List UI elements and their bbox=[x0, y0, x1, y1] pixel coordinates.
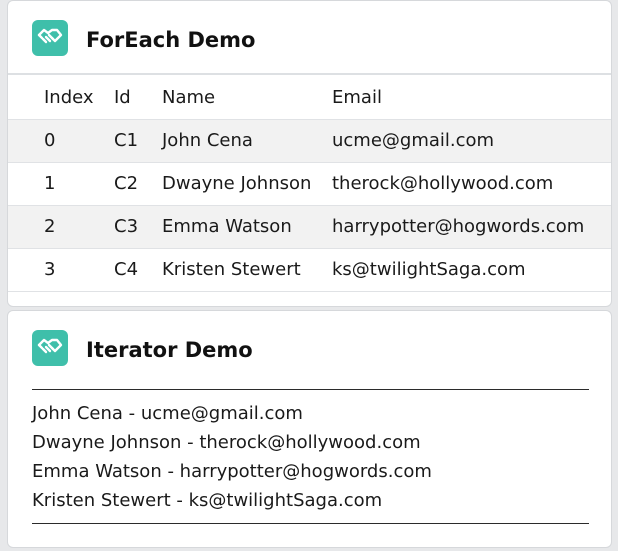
column-header-email: Email bbox=[332, 86, 382, 108]
cell-index: 3 bbox=[44, 259, 56, 280]
iterator-list: John Cena - ucme@gmail.com Dwayne Johnso… bbox=[32, 399, 432, 515]
cell-id: C4 bbox=[114, 259, 139, 280]
cell-index: 2 bbox=[44, 216, 56, 237]
cell-name: John Cena bbox=[162, 130, 253, 151]
card-title: ForEach Demo bbox=[86, 28, 256, 52]
table-row: 1 C2 Dwayne Johnson therock@hollywood.co… bbox=[8, 162, 611, 205]
column-header-id: Id bbox=[114, 86, 131, 108]
handshake-icon bbox=[32, 330, 68, 366]
cell-id: C3 bbox=[114, 216, 139, 237]
cell-index: 1 bbox=[44, 173, 56, 194]
card-title: Iterator Demo bbox=[86, 338, 253, 362]
cell-id: C1 bbox=[114, 130, 139, 151]
table-header-row: Index Id Name Email bbox=[8, 76, 611, 119]
foreach-table: Index Id Name Email 0 C1 John Cena ucme@… bbox=[8, 76, 611, 292]
table-row: 2 C3 Emma Watson harrypotter@hogwords.co… bbox=[8, 205, 611, 248]
table-row: 0 C1 John Cena ucme@gmail.com bbox=[8, 119, 611, 162]
cell-name: Emma Watson bbox=[162, 216, 292, 237]
column-header-index: Index bbox=[44, 86, 94, 108]
cell-id: C2 bbox=[114, 173, 139, 194]
cell-name: Kristen Stewert bbox=[162, 259, 301, 280]
list-item: Dwayne Johnson - therock@hollywood.com bbox=[32, 432, 421, 453]
cell-index: 0 bbox=[44, 130, 56, 151]
column-header-name: Name bbox=[162, 86, 216, 108]
list-item: John Cena - ucme@gmail.com bbox=[32, 403, 303, 424]
cell-email: harrypotter@hogwords.com bbox=[332, 216, 585, 237]
handshake-icon bbox=[32, 20, 68, 56]
cell-email: ks@twilightSaga.com bbox=[332, 259, 526, 280]
cell-name: Dwayne Johnson bbox=[162, 173, 312, 194]
card-header: ForEach Demo bbox=[8, 1, 611, 75]
foreach-demo-card: ForEach Demo Index Id Name Email 0 C1 Jo… bbox=[7, 0, 612, 307]
divider-top bbox=[32, 389, 589, 390]
list-item: Kristen Stewert - ks@twilightSaga.com bbox=[32, 490, 383, 511]
cell-email: ucme@gmail.com bbox=[332, 130, 495, 151]
table-row: 3 C4 Kristen Stewert ks@twilightSaga.com bbox=[8, 248, 611, 291]
iterator-demo-card: Iterator Demo John Cena - ucme@gmail.com… bbox=[7, 310, 612, 548]
card-header: Iterator Demo bbox=[8, 311, 611, 385]
cell-email: therock@hollywood.com bbox=[332, 173, 554, 194]
divider-bottom bbox=[32, 523, 589, 524]
list-item: Emma Watson - harrypotter@hogwords.com bbox=[32, 461, 432, 482]
